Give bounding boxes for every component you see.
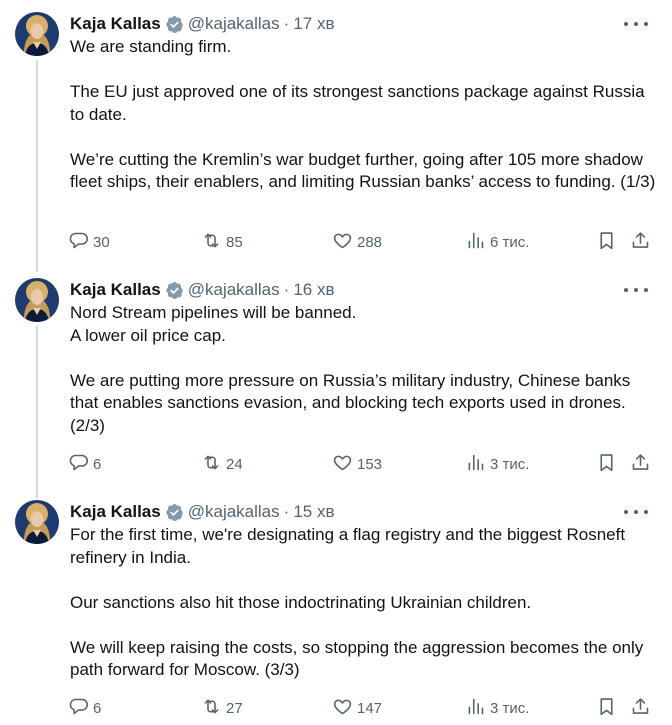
author-handle[interactable]: @kajakallas <box>188 502 280 522</box>
share-icon <box>630 230 651 255</box>
share-button[interactable] <box>630 452 651 476</box>
reply-button[interactable]: 6 <box>68 452 101 476</box>
tweet-1[interactable]: Kaja Kallas @kajakallas · 17 хв We are s… <box>0 12 672 272</box>
tweet-2[interactable]: Kaja Kallas @kajakallas · 16 хв Nord Str… <box>0 278 672 498</box>
bookmark-icon <box>596 696 617 721</box>
action-bar: 30 85 288 6 тис. <box>68 230 658 254</box>
views-button[interactable]: 3 тис. <box>465 696 529 720</box>
verified-badge-icon <box>165 15 184 34</box>
tweet-text: We are standing firm. The EU just approv… <box>70 36 660 194</box>
tweet-paragraph: For the first time, we're designating a … <box>70 525 626 567</box>
tweet-text: For the first time, we're designating a … <box>70 524 660 682</box>
reply-icon <box>68 452 89 477</box>
like-icon <box>332 230 353 255</box>
author-handle[interactable]: @kajakallas <box>188 280 280 300</box>
like-count: 288 <box>357 233 383 251</box>
like-count: 147 <box>357 699 383 717</box>
views-count: 6 тис. <box>490 233 530 251</box>
reply-icon <box>68 696 89 721</box>
tweet-header: Kaja Kallas @kajakallas · 17 хв <box>70 12 334 36</box>
separator: · <box>283 502 290 521</box>
more-icon[interactable] <box>624 502 648 522</box>
views-icon <box>465 696 486 721</box>
repost-count: 27 <box>226 699 243 717</box>
timestamp[interactable]: 15 хв <box>293 502 334 522</box>
author-handle[interactable]: @kajakallas <box>188 14 280 34</box>
views-count: 3 тис. <box>490 699 530 717</box>
tweet-paragraph: We will keep raising the costs, so stopp… <box>70 637 644 680</box>
repost-icon <box>201 230 222 255</box>
repost-icon <box>201 452 222 477</box>
repost-icon <box>201 696 222 721</box>
tweet-paragraph: The EU just approved one of its stronges… <box>70 82 645 124</box>
bookmark-icon <box>596 452 617 477</box>
tweet-paragraph: We’re cutting the Kremlin’s war budget f… <box>70 149 656 192</box>
share-icon <box>630 452 651 477</box>
tweet-text: Nord Stream pipelines will be banned. A … <box>70 302 660 437</box>
share-button[interactable] <box>630 230 651 254</box>
repost-button[interactable]: 27 <box>201 696 243 720</box>
views-button[interactable]: 6 тис. <box>465 230 529 254</box>
repost-button[interactable]: 24 <box>201 452 243 476</box>
tweet-paragraph: We are standing firm. <box>70 37 232 56</box>
share-button[interactable] <box>630 696 651 720</box>
separator: · <box>283 14 290 33</box>
thread-connector <box>36 326 38 498</box>
reply-button[interactable]: 30 <box>68 230 110 254</box>
views-icon <box>465 230 486 255</box>
timestamp[interactable]: 16 хв <box>293 280 334 300</box>
action-bar: 6 24 153 3 тис. <box>68 452 658 476</box>
timestamp[interactable]: 17 хв <box>293 14 334 34</box>
share-icon <box>630 696 651 721</box>
like-icon <box>332 452 353 477</box>
verified-badge-icon <box>165 281 184 300</box>
verified-badge-icon <box>165 503 184 522</box>
tweet-paragraph: Our sanctions also hit those indoctrinat… <box>70 592 532 612</box>
bookmark-icon <box>596 230 617 255</box>
separator: · <box>283 280 290 299</box>
tweet-3[interactable]: Kaja Kallas @kajakallas · 15 хв For the … <box>0 500 672 722</box>
author-name[interactable]: Kaja Kallas <box>70 280 161 300</box>
like-count: 153 <box>357 455 383 473</box>
tweet-header: Kaja Kallas @kajakallas · 16 хв <box>70 278 334 302</box>
reply-icon <box>68 230 89 255</box>
tweet-paragraph: We are putting more pressure on Russia’s… <box>70 370 631 435</box>
like-button[interactable]: 288 <box>332 230 382 254</box>
like-button[interactable]: 147 <box>332 696 382 720</box>
more-icon[interactable] <box>624 280 648 300</box>
views-button[interactable]: 3 тис. <box>465 452 529 476</box>
repost-button[interactable]: 85 <box>201 230 243 254</box>
repost-count: 24 <box>226 455 243 473</box>
avatar[interactable] <box>15 500 59 544</box>
tweet-paragraph: Nord Stream pipelines will be banned. A … <box>70 303 357 345</box>
more-icon[interactable] <box>624 14 648 34</box>
action-bar: 6 27 147 3 тис. <box>68 696 658 720</box>
views-count: 3 тис. <box>490 455 530 473</box>
bookmark-button[interactable] <box>596 452 617 476</box>
bookmark-button[interactable] <box>596 230 617 254</box>
author-name[interactable]: Kaja Kallas <box>70 502 161 522</box>
thread-connector <box>36 60 38 272</box>
repost-count: 85 <box>226 233 243 251</box>
like-icon <box>332 696 353 721</box>
tweet-header: Kaja Kallas @kajakallas · 15 хв <box>70 500 334 524</box>
like-button[interactable]: 153 <box>332 452 382 476</box>
reply-button[interactable]: 6 <box>68 696 101 720</box>
author-name[interactable]: Kaja Kallas <box>70 14 161 34</box>
bookmark-button[interactable] <box>596 696 617 720</box>
reply-count: 6 <box>93 455 102 473</box>
avatar[interactable] <box>15 12 59 56</box>
avatar[interactable] <box>15 278 59 322</box>
reply-count: 30 <box>93 233 110 251</box>
views-icon <box>465 452 486 477</box>
reply-count: 6 <box>93 699 102 717</box>
